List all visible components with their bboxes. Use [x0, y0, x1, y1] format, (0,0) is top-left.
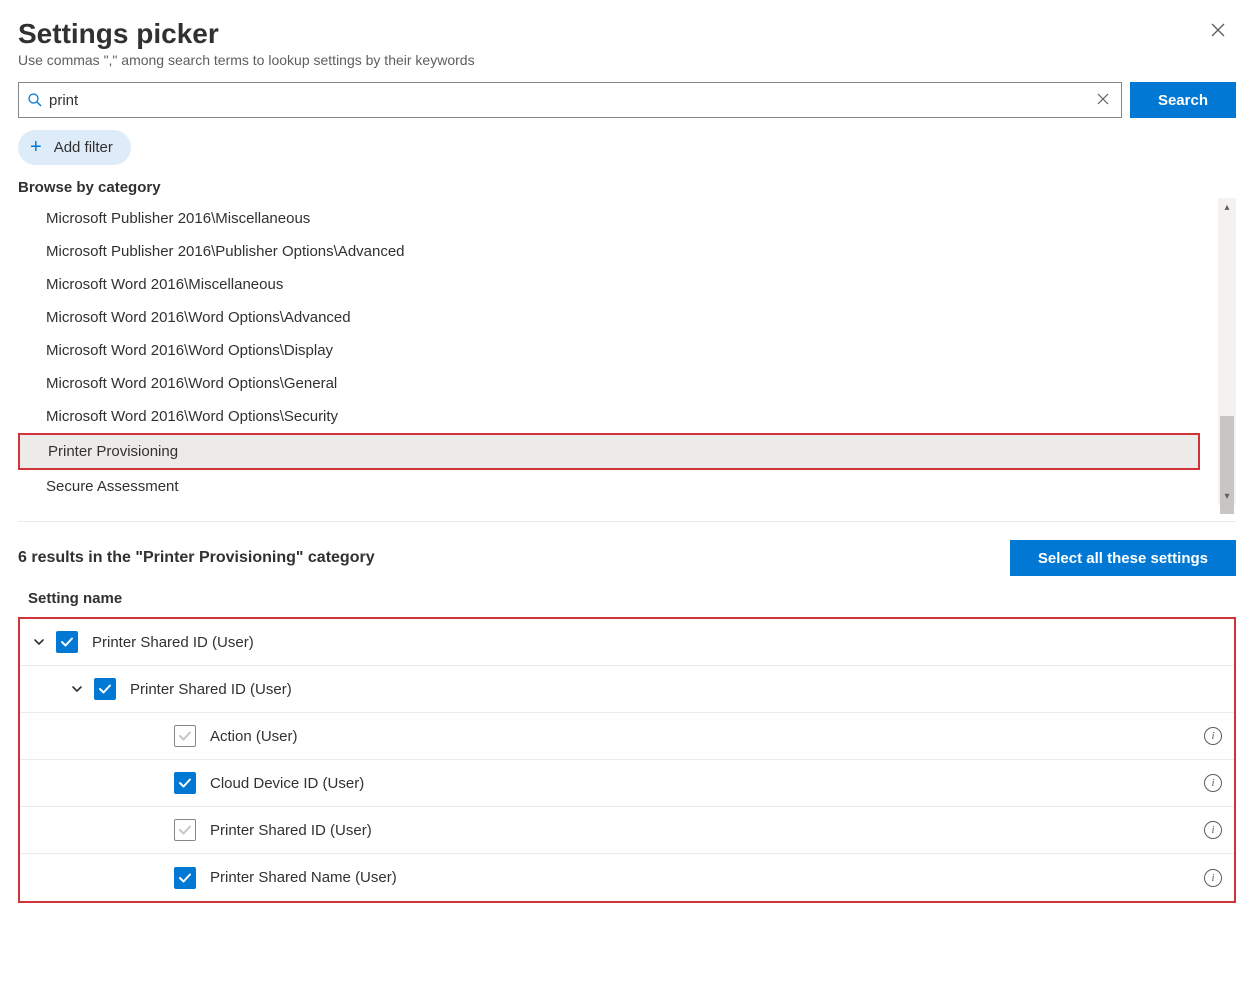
- setting-checkbox[interactable]: [174, 867, 196, 889]
- info-icon[interactable]: i: [1204, 869, 1222, 887]
- search-input[interactable]: [49, 92, 1093, 109]
- setting-checkbox[interactable]: [174, 725, 196, 747]
- setting-label: Cloud Device ID (User): [210, 775, 1204, 792]
- search-button[interactable]: Search: [1130, 82, 1236, 118]
- chevron-down-icon[interactable]: [66, 682, 88, 696]
- setting-checkbox[interactable]: [56, 631, 78, 653]
- search-input-wrap: [18, 82, 1122, 118]
- info-icon[interactable]: i: [1204, 821, 1222, 839]
- category-item[interactable]: Microsoft Word 2016\Word Options\Advance…: [18, 301, 1218, 334]
- category-item[interactable]: Microsoft Word 2016\Miscellaneous: [18, 268, 1218, 301]
- setting-row[interactable]: Cloud Device ID (User)i: [20, 760, 1234, 807]
- category-item[interactable]: Microsoft Publisher 2016\Miscellaneous: [18, 202, 1218, 235]
- section-divider: [18, 521, 1236, 522]
- scroll-up-icon[interactable]: ▴: [1218, 198, 1236, 216]
- setting-row[interactable]: Action (User)i: [20, 713, 1234, 760]
- category-scrollbar[interactable]: ▴ ▾: [1218, 198, 1236, 505]
- setting-label: Action (User): [210, 728, 1204, 745]
- page-subtitle: Use commas "," among search terms to loo…: [18, 52, 1236, 68]
- setting-row[interactable]: Printer Shared ID (User): [20, 619, 1234, 666]
- category-item[interactable]: Microsoft Word 2016\Word Options\Securit…: [18, 400, 1218, 433]
- category-item[interactable]: Microsoft Publisher 2016\Publisher Optio…: [18, 235, 1218, 268]
- scroll-down-icon[interactable]: ▾: [1218, 487, 1236, 505]
- setting-checkbox[interactable]: [94, 678, 116, 700]
- close-icon[interactable]: [1200, 18, 1236, 45]
- page-title: Settings picker: [18, 18, 219, 50]
- browse-by-category-label: Browse by category: [18, 179, 1236, 196]
- column-header-setting-name: Setting name: [18, 590, 1236, 617]
- setting-row[interactable]: Printer Shared ID (User)i: [20, 807, 1234, 854]
- category-item[interactable]: Secure Assessment: [18, 470, 1218, 503]
- clear-search-icon[interactable]: [1093, 92, 1113, 109]
- setting-checkbox[interactable]: [174, 772, 196, 794]
- info-icon[interactable]: i: [1204, 774, 1222, 792]
- chevron-down-icon[interactable]: [28, 635, 50, 649]
- setting-label: Printer Shared Name (User): [210, 869, 1204, 886]
- setting-row[interactable]: Printer Shared Name (User)i: [20, 854, 1234, 901]
- category-item[interactable]: Printer Provisioning: [20, 435, 1198, 468]
- plus-icon: +: [30, 136, 42, 159]
- add-filter-label: Add filter: [54, 139, 113, 156]
- add-filter-button[interactable]: + Add filter: [18, 130, 131, 165]
- setting-label: Printer Shared ID (User): [92, 634, 1222, 651]
- setting-label: Printer Shared ID (User): [130, 681, 1222, 698]
- setting-row[interactable]: Printer Shared ID (User): [20, 666, 1234, 713]
- results-summary: 6 results in the "Printer Provisioning" …: [18, 549, 375, 567]
- setting-checkbox[interactable]: [174, 819, 196, 841]
- setting-label: Printer Shared ID (User): [210, 822, 1204, 839]
- info-icon[interactable]: i: [1204, 727, 1222, 745]
- category-item[interactable]: Microsoft Word 2016\Word Options\Display: [18, 334, 1218, 367]
- category-item[interactable]: Microsoft Word 2016\Word Options\General: [18, 367, 1218, 400]
- search-icon: [27, 92, 43, 108]
- select-all-button[interactable]: Select all these settings: [1010, 540, 1236, 576]
